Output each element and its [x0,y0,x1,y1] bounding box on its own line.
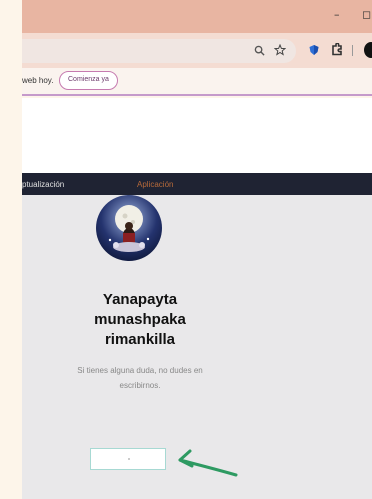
nav-item-conceptualizacion[interactable]: ptualización [22,180,64,189]
profile-avatar [96,195,162,261]
address-bar[interactable] [22,39,296,63]
browser-titlebar: – ◻ [22,0,372,33]
title-line-2: munashpaka [94,311,186,328]
subtitle-line-2: escribirnos. [119,381,161,390]
subtitle-line-1: Si tienes alguna duda, no dudes en [77,366,203,375]
promo-bar: web hoy. Comienza ya [22,68,372,96]
star-icon[interactable] [274,44,286,56]
start-now-button[interactable]: Comienza ya [59,71,118,90]
contact-input[interactable] [90,448,166,470]
nav-item-aplicacion[interactable]: Aplicación [137,180,173,189]
extension-shield-icon[interactable] [308,44,320,56]
title-line-1: Yanapayta [102,291,178,308]
search-icon[interactable] [254,45,265,56]
page-subtitle: Si tienes alguna duda, no dudes en escri… [40,363,240,393]
page-title: Yanapayta munashpaka rimankilla [40,290,240,350]
puzzle-icon[interactable] [331,43,343,56]
input-cursor [128,458,130,460]
annotation-arrow-icon [178,449,238,477]
minimize-button[interactable]: – [334,8,340,21]
browser-toolbar [22,33,372,68]
site-navbar: ptualización Aplicación [22,173,372,195]
restore-button[interactable]: ◻ [362,8,371,21]
promo-text: web hoy. [22,76,54,85]
title-line-3: rimankilla [104,331,176,348]
left-margin [0,0,22,499]
profile-avatar-icon[interactable] [364,42,372,58]
toolbar-divider [352,45,353,56]
header-area [22,98,372,173]
